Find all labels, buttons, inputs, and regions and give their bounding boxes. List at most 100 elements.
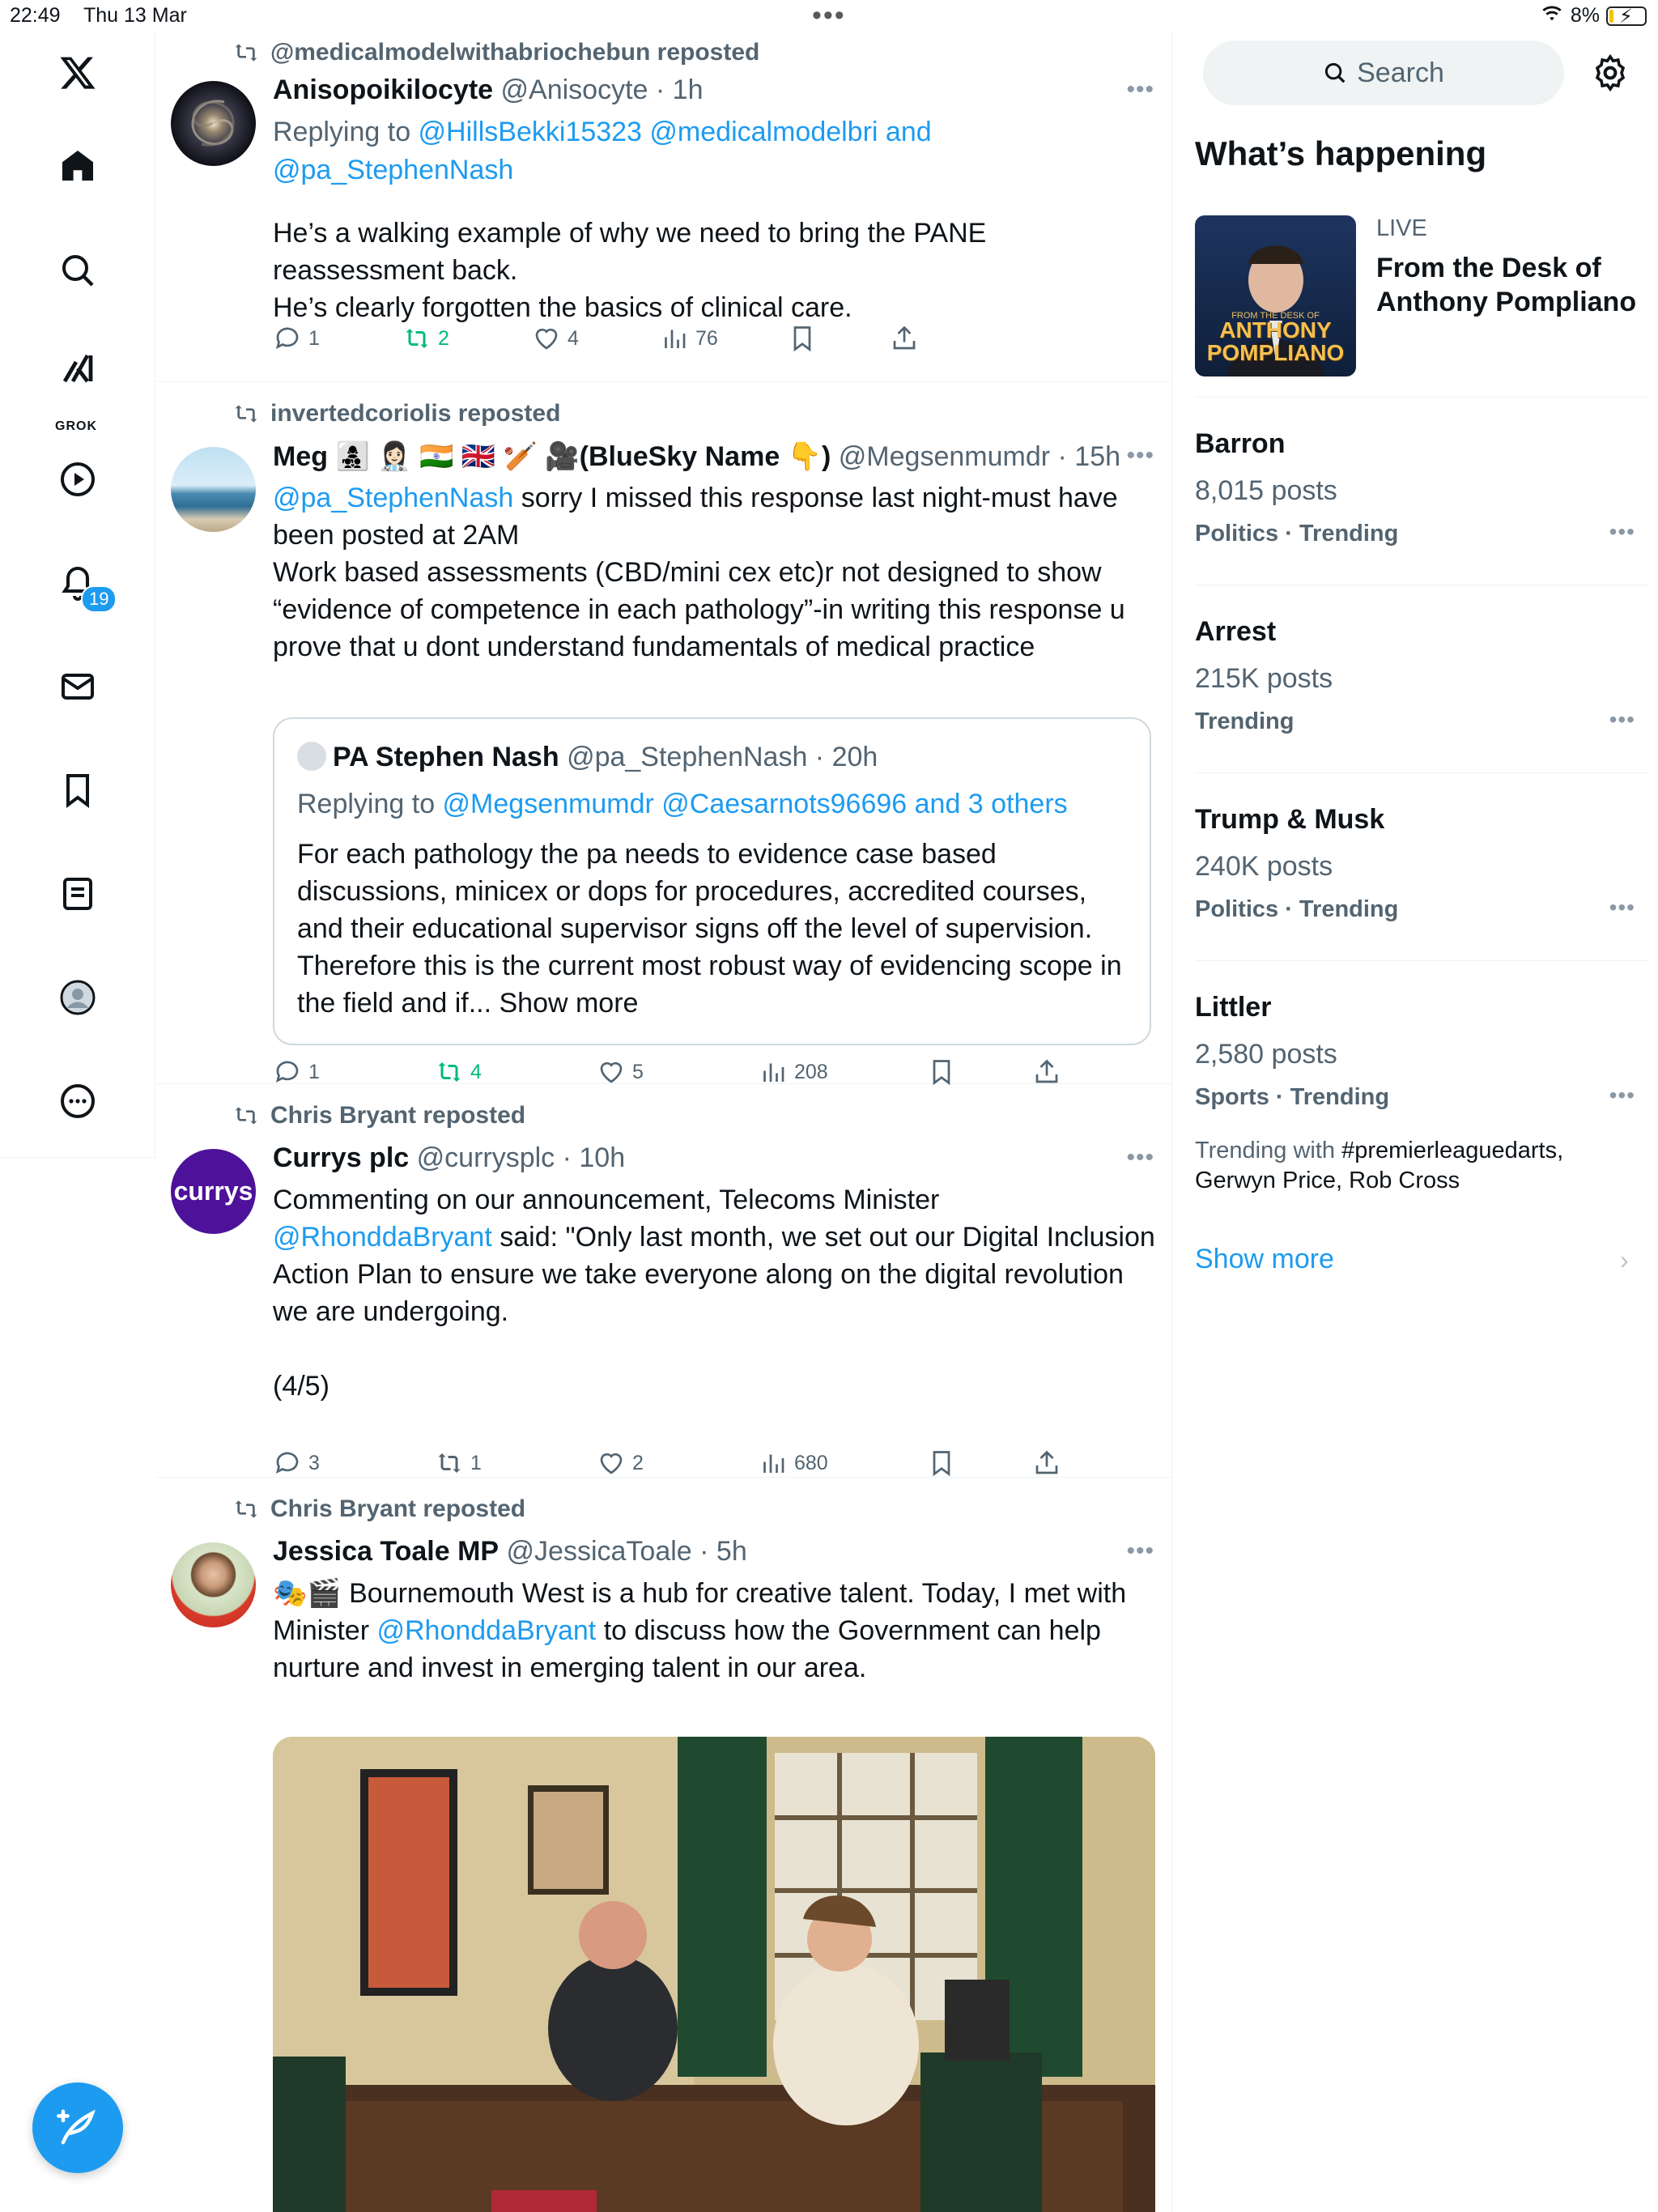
avatar[interactable] — [171, 447, 256, 532]
post-time[interactable]: 15h — [1074, 441, 1120, 472]
post-time[interactable]: 5h — [716, 1536, 747, 1567]
quoted-replying-mentions[interactable]: @Megsenmumdr @Caesarnots96696 and 3 othe… — [443, 789, 1068, 819]
avatar[interactable]: currys — [171, 1149, 256, 1234]
trend-count: 240K posts — [1195, 851, 1333, 882]
trend-category: Trending — [1195, 708, 1295, 734]
app-root: 22:49 Thu 13 Mar ••• 8% ⚡ GROK 19 @medic… — [0, 0, 1658, 2212]
bookmark-button[interactable] — [927, 1448, 956, 1478]
trend-more-icon[interactable]: ••• — [1609, 519, 1635, 545]
replying-mention[interactable]: @pa_StephenNash — [273, 155, 513, 185]
author-handle[interactable]: @Megsenmumdr — [839, 441, 1050, 472]
trend-item[interactable]: Littler 2,580 posts Sports · Trending ••… — [1195, 960, 1648, 1211]
repost-by-label[interactable]: invertedcoriolis reposted — [270, 400, 560, 428]
like-button[interactable]: 5 — [597, 1057, 644, 1087]
profile-avatar-icon[interactable] — [52, 972, 104, 1023]
like-button[interactable]: 2 — [597, 1448, 644, 1478]
x-logo-icon[interactable] — [52, 47, 104, 99]
search-input[interactable]: Search — [1203, 40, 1564, 105]
repost-by-label[interactable]: Chris Bryant reposted — [270, 1102, 525, 1129]
trending-with-tags[interactable]: #premierleaguedarts, — [1341, 1138, 1563, 1163]
repost-indicator: invertedcoriolis reposted — [233, 400, 560, 428]
home-icon[interactable] — [52, 140, 104, 192]
avatar[interactable] — [171, 1542, 256, 1627]
post-card[interactable]: Chris Bryant reposted Jessica Toale MP @… — [156, 1478, 1171, 2212]
post-card[interactable]: invertedcoriolis reposted Meg 👩‍👧‍👦 👩🏻‍⚕… — [156, 382, 1171, 1087]
quoted-post[interactable]: PA Stephen Nash @pa_StephenNash · 20h Re… — [273, 717, 1151, 1045]
bookmark-button[interactable] — [927, 1057, 956, 1087]
trend-category: Sports · Trending — [1195, 1084, 1390, 1110]
author-name[interactable]: Currys plc — [273, 1142, 409, 1173]
reply-button[interactable]: 1 — [273, 1057, 320, 1087]
trend-category: Politics · Trending — [1195, 896, 1399, 922]
repost-button[interactable]: 1 — [435, 1448, 482, 1478]
repost-icon — [438, 1453, 461, 1473]
post-more-icon[interactable]: ••• — [1126, 1144, 1154, 1172]
post-time[interactable]: 10h — [579, 1142, 625, 1173]
trend-item[interactable]: Trump & Musk 240K posts Politics · Trend… — [1195, 772, 1648, 960]
author-handle[interactable]: @JessicaToale — [507, 1536, 692, 1567]
repost-count: 1 — [470, 1451, 482, 1474]
author-name[interactable]: Jessica Toale MP — [273, 1536, 499, 1567]
reply-button[interactable]: 1 — [273, 324, 320, 353]
mention-link[interactable]: @RhonddaBryant — [376, 1615, 596, 1646]
mention-link[interactable]: @pa_StephenNash — [273, 483, 513, 513]
post-card[interactable]: @medicalmodelwithabriochebun reposted An… — [156, 32, 1171, 382]
share-button[interactable] — [890, 324, 919, 353]
trend-count: 215K posts — [1195, 663, 1333, 694]
trend-more-icon[interactable]: ••• — [1609, 1083, 1635, 1108]
show-more-link[interactable]: Show more — [1195, 1244, 1334, 1275]
avatar[interactable] — [171, 81, 256, 166]
share-button[interactable] — [1032, 1448, 1061, 1478]
video-play-icon[interactable] — [52, 453, 104, 505]
bookmark-button[interactable] — [788, 324, 817, 353]
multitask-dots-icon[interactable]: ••• — [812, 0, 846, 32]
repost-small-icon — [235, 1107, 257, 1125]
grok-icon[interactable] — [52, 342, 104, 394]
reply-button[interactable]: 3 — [273, 1448, 320, 1478]
repost-by-label[interactable]: Chris Bryant reposted — [270, 1495, 525, 1523]
repost-button[interactable]: 2 — [402, 324, 449, 353]
live-event-card[interactable]: FROM THE DESK OF ANTHONY POMPLIANO LIVE … — [1195, 215, 1648, 385]
messages-envelope-icon[interactable] — [52, 661, 104, 713]
author-handle[interactable]: @Anisocyte — [501, 74, 648, 105]
more-options-icon[interactable] — [52, 1075, 104, 1127]
author-name[interactable]: Anisopoikilocyte — [273, 74, 493, 105]
like-count: 2 — [632, 1451, 644, 1474]
views-button[interactable]: 208 — [759, 1057, 828, 1087]
author-handle[interactable]: @currysplc — [417, 1142, 555, 1173]
trending-with-names[interactable]: Gerwyn Price, Rob Cross — [1195, 1168, 1460, 1193]
settings-gear-icon[interactable] — [1591, 53, 1630, 92]
lists-icon[interactable] — [52, 868, 104, 920]
post-actions: 1 2 4 76 — [273, 324, 977, 359]
repost-by-label[interactable]: @medicalmodelwithabriochebun reposted — [270, 39, 759, 66]
trend-item[interactable]: Barron 8,015 posts Politics · Trending •… — [1195, 397, 1648, 585]
compose-feather-icon — [57, 2109, 96, 2145]
bookmarks-icon[interactable] — [52, 764, 104, 816]
trend-item[interactable]: Arrest 215K posts Trending ••• — [1195, 585, 1648, 772]
views-chart-icon — [763, 1063, 784, 1082]
like-button[interactable]: 4 — [532, 324, 579, 353]
notifications-badge: 19 — [81, 585, 117, 613]
share-button[interactable] — [1032, 1057, 1061, 1087]
views-button[interactable]: 76 — [660, 324, 718, 353]
post-more-icon[interactable]: ••• — [1126, 1538, 1154, 1565]
post-more-icon[interactable]: ••• — [1126, 442, 1154, 470]
trend-more-icon[interactable]: ••• — [1609, 707, 1635, 733]
post-time[interactable]: 1h — [673, 74, 704, 105]
author-name[interactable]: Meg 👩‍👧‍👦 👩🏻‍⚕️ 🇮🇳 🇬🇧 🏏 🎥(BlueSky Name 👇… — [273, 441, 831, 472]
post-text: He’s a walking example of why we need to… — [273, 218, 987, 323]
repost-button[interactable]: 4 — [435, 1057, 482, 1087]
post-more-icon[interactable]: ••• — [1126, 76, 1154, 104]
views-button[interactable]: 680 — [759, 1448, 828, 1478]
reply-count: 1 — [308, 326, 320, 350]
trend-more-icon[interactable]: ••• — [1609, 895, 1635, 921]
post-photo[interactable] — [273, 1737, 1155, 2212]
replying-mentions[interactable]: @HillsBekki15323 @medicalmodelbri and — [419, 117, 932, 147]
reply-icon — [275, 327, 299, 350]
wifi-icon — [1540, 3, 1564, 28]
mention-link[interactable]: @RhonddaBryant — [273, 1222, 492, 1253]
explore-search-icon[interactable] — [52, 245, 104, 296]
post-card[interactable]: Chris Bryant reposted currys Currys plc … — [156, 1084, 1171, 1478]
compose-post-button[interactable] — [32, 2082, 123, 2173]
battery-percent: 8% — [1570, 4, 1600, 27]
